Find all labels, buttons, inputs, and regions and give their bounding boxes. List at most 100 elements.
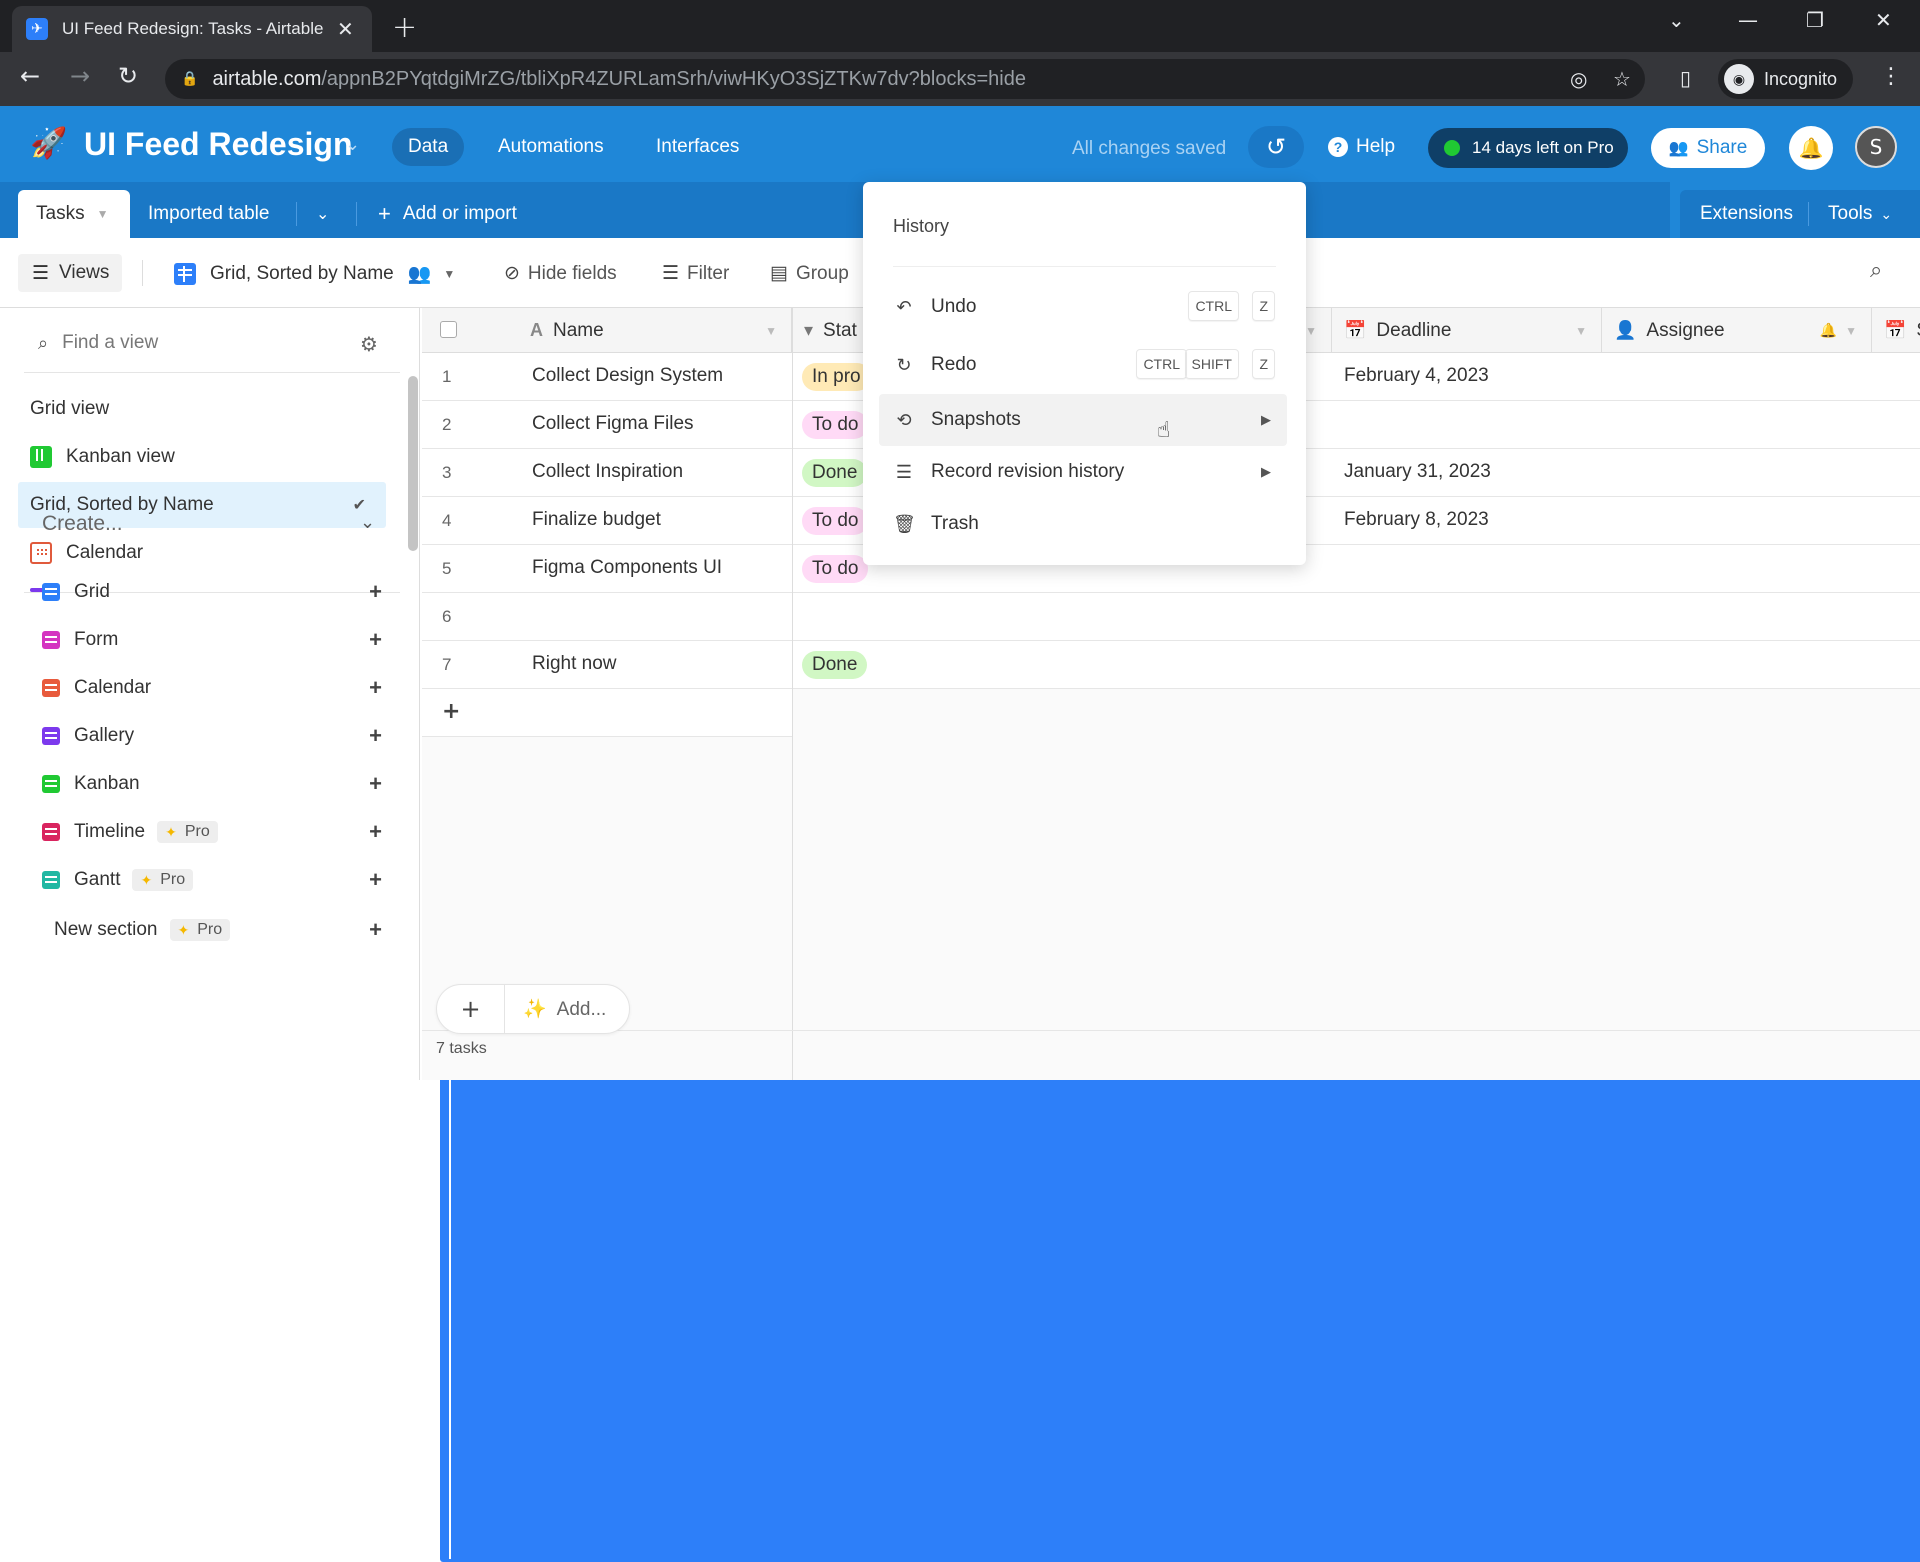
close-window-icon[interactable]: ✕ (1875, 8, 1892, 32)
more-tables-chevron-icon[interactable]: ⌄ (316, 190, 329, 238)
add-with-ai-button[interactable]: ✨ Add... (505, 997, 606, 1021)
cell-deadline[interactable]: February 8, 2023 (1344, 509, 1489, 531)
group-button[interactable]: ▤ Group (770, 262, 849, 285)
close-tab-icon[interactable]: ✕ (337, 17, 354, 41)
cell-deadline[interactable]: February 4, 2023 (1344, 365, 1489, 387)
sidebar-scrollbar[interactable] (408, 376, 418, 551)
cell-name[interactable]: Collect Figma Files (532, 413, 694, 435)
cell-deadline[interactable]: January 31, 2023 (1344, 461, 1491, 483)
status-badge[interactable]: To do (802, 555, 869, 583)
notifications-bell-icon[interactable]: 🔔 (1789, 126, 1833, 170)
side-panel-icon[interactable]: ▯ (1680, 66, 1691, 90)
add-row-button[interactable]: + (422, 689, 792, 737)
status-badge[interactable]: To do (802, 411, 869, 439)
chevron-down-icon[interactable]: ⌄ (360, 512, 375, 533)
incognito-profile-button[interactable]: ◉ Incognito (1718, 59, 1853, 99)
create-new-section[interactable]: New section ✦ Pro + (54, 910, 382, 950)
divider (356, 202, 357, 226)
create-kanban[interactable]: Kanban + (42, 764, 382, 804)
table-tab-imported-table[interactable]: Imported table (148, 190, 269, 238)
table-row[interactable]: 6 (422, 593, 1920, 641)
current-view-button[interactable]: Grid, Sorted by Name 👥 ▼ (174, 262, 455, 286)
new-tab-plus-icon[interactable]: + (392, 10, 417, 45)
caret-down-icon[interactable]: ▼ (1845, 324, 1857, 338)
create-section-header[interactable]: Create... (42, 512, 123, 536)
create-gantt[interactable]: Gantt ✦ Pro + (42, 860, 382, 900)
plus-icon[interactable]: + (369, 627, 382, 653)
column-header-next[interactable]: 📅 S (1872, 308, 1920, 353)
sidebar-view-kanban-view[interactable]: Kanban view (18, 434, 386, 480)
create-form[interactable]: Form + (42, 620, 382, 660)
menu-item-undo[interactable]: ↶ Undo CTRL Z (879, 283, 1287, 331)
filter-button[interactable]: ☰ Filter (662, 262, 729, 285)
plus-icon[interactable]: + (369, 819, 382, 845)
base-name[interactable]: UI Feed Redesign (84, 126, 353, 163)
status-badge[interactable]: To do (802, 507, 869, 535)
tools-button[interactable]: Tools ⌄ (1828, 190, 1892, 238)
address-bar[interactable]: 🔒 airtable.com/appnB2PYqtdgiMrZG/tbliXpR… (165, 59, 1645, 99)
sidebar-view-calendar[interactable]: Calendar (18, 530, 386, 576)
cell-name[interactable]: Figma Components UI (532, 557, 722, 579)
restore-icon[interactable]: ❐ (1806, 8, 1824, 32)
bookmark-star-icon[interactable]: ☆ (1613, 67, 1631, 91)
hide-fields-button[interactable]: ⊘ Hide fields (504, 262, 617, 285)
create-calendar[interactable]: Calendar + (42, 668, 382, 708)
add-or-import-button[interactable]: + Add or import (378, 190, 517, 238)
plus-icon[interactable]: + (369, 771, 382, 797)
table-tab-tasks[interactable]: Tasks ▼ (18, 190, 130, 238)
plus-icon[interactable]: + (369, 579, 382, 605)
caret-down-icon[interactable]: ▼ (1305, 324, 1317, 338)
column-header-name[interactable]: A Name ▼ (422, 308, 792, 353)
plus-icon[interactable]: + (369, 723, 382, 749)
tab-search-chevron-icon[interactable]: ⌄ (1668, 8, 1685, 32)
nav-interfaces[interactable]: Interfaces (640, 128, 755, 166)
browser-tab[interactable]: ✈ UI Feed Redesign: Tasks - Airtable ✕ (12, 6, 372, 52)
create-grid[interactable]: Grid + (42, 572, 382, 612)
select-all-checkbox[interactable] (440, 321, 457, 338)
browser-menu-kebab-icon[interactable]: ⋮ (1880, 64, 1902, 89)
user-avatar[interactable]: S (1855, 126, 1897, 168)
column-label: S (1916, 320, 1920, 342)
column-header-deadline[interactable]: 📅 Deadline ▼ (1332, 308, 1602, 353)
back-arrow-icon[interactable]: ← (20, 62, 40, 90)
find-view-input[interactable]: ⌕ Find a view (38, 332, 158, 354)
create-timeline[interactable]: Timeline ✦ Pro + (42, 812, 382, 852)
single-select-icon: ▾ (804, 320, 814, 340)
create-gallery[interactable]: Gallery + (42, 716, 382, 756)
cell-name[interactable]: Finalize budget (532, 509, 661, 531)
plus-icon[interactable]: + (369, 917, 382, 943)
menu-item-snapshots[interactable]: ⟲ Snapshots ▶ (879, 394, 1287, 446)
menu-item-redo[interactable]: ↻ Redo CTRL SHIFT Z (879, 341, 1287, 389)
extensions-button[interactable]: Extensions (1700, 190, 1793, 238)
status-badge[interactable]: Done (802, 651, 868, 679)
add-record-plus-button[interactable]: + (437, 985, 505, 1033)
tracking-protection-eye-icon[interactable]: ◎ (1570, 67, 1587, 91)
search-icon[interactable]: ⌕ (1870, 258, 1882, 283)
sidebar-view-grid-view[interactable]: Grid view (18, 386, 1920, 1466)
caret-down-icon[interactable]: ▼ (765, 324, 777, 338)
plus-icon[interactable]: + (369, 867, 382, 893)
minimize-icon[interactable]: — (1738, 8, 1758, 32)
gear-icon[interactable]: ⚙ (360, 332, 378, 356)
menu-item-trash[interactable]: 🗑 Trash (879, 498, 1287, 550)
trial-badge[interactable]: 14 days left on Pro (1428, 128, 1628, 168)
menu-item-record-revision-history[interactable]: ☰ Record revision history ▶ (879, 446, 1287, 498)
base-menu-chevron-icon[interactable]: ⌄ (345, 134, 360, 155)
status-badge[interactable]: Done (802, 459, 868, 487)
cell-name[interactable]: Right now (532, 653, 617, 675)
column-header-assignee[interactable]: 👤 Assignee 🔔 ▼ (1602, 308, 1872, 353)
caret-down-icon[interactable]: ▼ (1575, 324, 1587, 338)
status-badge[interactable]: In pro (802, 363, 871, 391)
help-button[interactable]: ? Help (1328, 136, 1395, 158)
cell-name[interactable]: Collect Inspiration (532, 461, 683, 483)
reload-icon[interactable]: ↻ (118, 62, 138, 90)
nav-data[interactable]: Data (392, 128, 465, 166)
plus-icon[interactable]: + (369, 675, 382, 701)
share-button[interactable]: 👥 Share (1651, 128, 1765, 168)
views-toggle-button[interactable]: ☰ Views (18, 254, 122, 292)
forward-arrow-icon[interactable]: → (70, 62, 90, 90)
nav-automations[interactable]: Automations (482, 128, 620, 166)
history-button[interactable]: ↺ (1248, 126, 1304, 168)
cell-name[interactable]: Collect Design System (532, 365, 723, 387)
table-row[interactable]: 7 Right now Done (422, 641, 1920, 689)
